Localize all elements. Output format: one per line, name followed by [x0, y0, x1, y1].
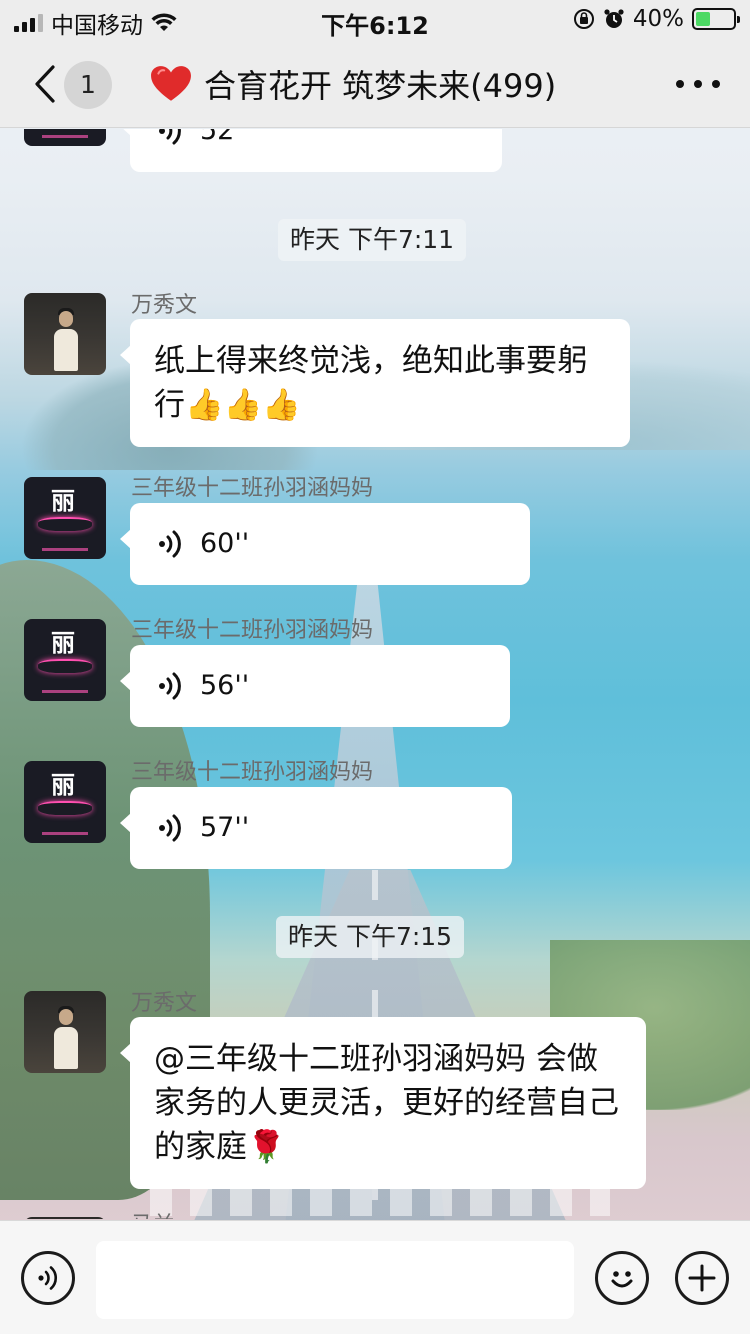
battery-icon [692, 8, 740, 30]
timestamp: 昨天 下午7:11 [278, 219, 467, 261]
timestamp: 昨天 下午7:15 [276, 916, 465, 958]
avatar[interactable]: 丽 [24, 477, 106, 559]
voice-input-button[interactable] [21, 1251, 75, 1305]
avatar[interactable]: 丽 [24, 761, 106, 843]
sender-name: 三年级十二班孙羽涵妈妈 [131, 760, 374, 785]
voice-icon [38, 1266, 58, 1290]
more-functions-button[interactable] [675, 1251, 729, 1305]
chat-title-text: 合育花开 筑梦未来(499) [204, 67, 557, 105]
avatar[interactable] [24, 129, 106, 146]
chevron-left-icon [35, 65, 55, 103]
sender-name: 马兰 [131, 1207, 175, 1219]
battery-percent: 40% [632, 6, 684, 32]
sender-name: 万秀文 [131, 293, 198, 318]
voice-message-bubble[interactable]: 57'' [120, 787, 512, 869]
avatar[interactable]: 丽 [24, 619, 106, 701]
message-input[interactable] [96, 1241, 574, 1319]
status-bar: 中国移动 下午6:12 40% [0, 0, 750, 40]
sender-name: 三年级十二班孙羽涵妈妈 [131, 476, 374, 501]
sender-name: 三年级十二班孙羽涵妈妈 [131, 618, 374, 643]
avatar[interactable] [24, 991, 106, 1073]
voice-message-bubble[interactable]: 56'' [120, 645, 510, 727]
voice-duration: 52 [200, 129, 235, 146]
message-text: @三年级十二班孙羽涵妈妈 会做家务的人更灵活，更好的经营自己的家庭 [154, 1041, 619, 1165]
input-bar [0, 1220, 750, 1334]
thumbs-up-emoji: 👍👍👍 [185, 387, 301, 423]
avatar[interactable] [24, 293, 106, 375]
battery-fill [696, 12, 711, 26]
rotation-lock-icon [573, 9, 594, 29]
rose-emoji: 🌹 [247, 1129, 286, 1165]
voice-wave-icon [159, 530, 181, 558]
status-right: 40% [573, 6, 740, 32]
avatar-glyph: 丽 [51, 629, 79, 657]
text-message-bubble[interactable]: 纸上得来终觉浅，绝知此事要躬行👍👍👍 [120, 319, 630, 447]
dot-icon [694, 80, 702, 88]
voice-message-bubble[interactable]: 52 [120, 129, 502, 172]
message-list[interactable]: 52 昨天 下午7:11 万秀文 纸上得来终觉浅，绝知此事要躬行👍👍👍 丽 三年… [0, 129, 750, 1219]
avatar-glyph: 丽 [51, 771, 79, 799]
emoji-icon [611, 1271, 633, 1288]
dot-icon [676, 80, 684, 88]
voice-duration: 56'' [200, 670, 250, 701]
text-message-bubble[interactable]: @三年级十二班孙羽涵妈妈 会做家务的人更灵活，更好的经营自己的家庭🌹 [120, 1017, 646, 1189]
chat-title: 合育花开 筑梦未来(499) [150, 60, 620, 108]
dot-icon [712, 80, 720, 88]
voice-wave-icon [159, 672, 181, 700]
voice-wave-icon [159, 814, 181, 842]
red-heart-icon [151, 66, 191, 101]
more-options-button[interactable] [676, 64, 720, 104]
emoji-button[interactable] [595, 1251, 649, 1305]
avatar[interactable] [24, 1217, 106, 1219]
chat-header: 1 合育花开 筑梦未来(499) [0, 40, 750, 128]
voice-wave-icon [159, 129, 181, 145]
avatar-glyph: 丽 [51, 487, 79, 515]
voice-duration: 57'' [200, 812, 250, 843]
alarm-icon [604, 9, 624, 28]
voice-message-bubble[interactable]: 60'' [120, 503, 530, 585]
back-button[interactable] [28, 62, 62, 106]
plus-icon [688, 1264, 716, 1292]
unread-count-badge[interactable]: 1 [64, 61, 112, 109]
sender-name: 万秀文 [131, 991, 198, 1016]
voice-duration: 60'' [200, 528, 250, 559]
